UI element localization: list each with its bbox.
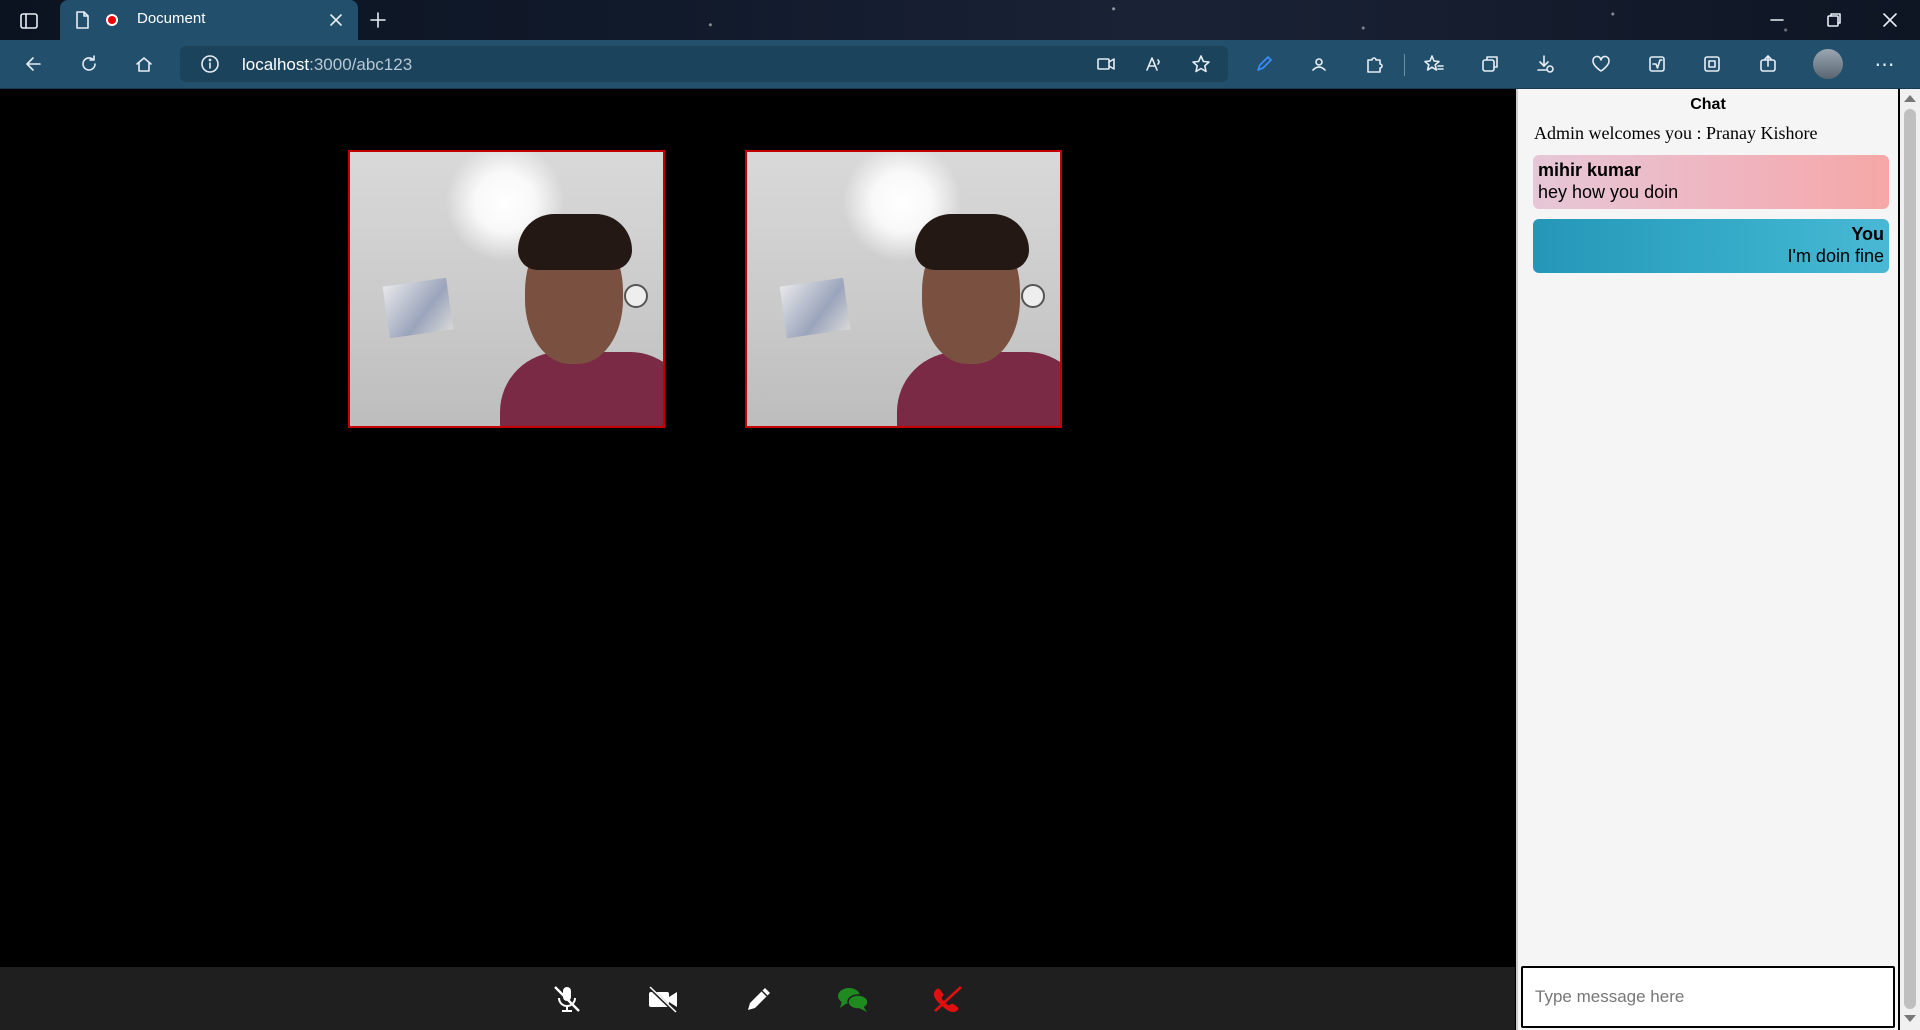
welcome-message: Admin welcomes you : Pranay Kishore [1534,123,1818,143]
browser-tab-document[interactable]: Document [60,0,358,40]
back-icon[interactable] [22,52,46,76]
read-aloud-icon[interactable] [1143,54,1165,74]
profile-avatar[interactable] [1813,49,1843,79]
camera-toggle-button[interactable] [645,983,681,1015]
chat-message-received: mihir kumar hey how you doin [1533,155,1889,209]
video-off-icon [647,985,677,1014]
meeting-controls [0,967,1515,1030]
chat-bubbles-icon [838,988,869,1012]
video-frame-poster [382,277,454,339]
settings-more-icon[interactable]: ⋯ [1873,52,1897,76]
address-bar[interactable]: localhost:3000/abc123 [180,46,1228,82]
browser-toolbar: localhost:3000/abc123 ⋯ [0,40,1920,89]
refresh-icon[interactable] [77,52,101,76]
extensions-puzzle-icon[interactable] [1362,52,1386,76]
video-frame-clock [624,284,648,308]
math-solver-icon[interactable] [1645,52,1669,76]
pencil-icon [748,988,770,1010]
extension-icon[interactable] [1307,52,1331,76]
close-tab-icon[interactable] [326,10,346,30]
window-close-icon[interactable] [1876,8,1904,32]
message-text: I'm doin fine [1787,246,1885,266]
site-info-icon[interactable] [200,54,220,74]
video-grid [0,89,1515,967]
phone-off-icon [933,986,962,1013]
tab-title: Document [137,10,206,27]
video-frame-hair [518,214,632,270]
collections-icon[interactable] [1478,52,1502,76]
video-frame-poster [779,277,851,339]
favorites-icon[interactable] [1422,52,1446,76]
minimize-icon[interactable] [1763,8,1791,32]
pen-extension-icon[interactable] [1252,52,1276,76]
participant-video-1[interactable] [348,150,665,428]
page-scrollbar[interactable] [1900,89,1920,1030]
whiteboard-button[interactable] [740,983,776,1015]
browser-essentials-icon[interactable] [1589,52,1613,76]
home-icon[interactable] [132,52,156,76]
video-frame-hair [915,214,1029,270]
add-favorite-icon[interactable] [1190,54,1212,74]
chat-title: Chat [1690,96,1726,113]
message-sender: mihir kumar [1538,160,1642,180]
chat-toggle-button[interactable] [835,983,871,1015]
mic-off-icon [554,986,580,1012]
message-sender: You [1851,224,1884,244]
toolbar-divider [1404,54,1405,76]
chat-panel: Chat Admin welcomes you : Pranay Kishore… [1516,89,1898,1030]
screenshot-icon[interactable] [1700,52,1724,76]
message-text: hey how you doin [1538,182,1679,202]
scroll-thumb[interactable] [1904,109,1916,1009]
restore-icon[interactable] [1820,8,1848,32]
tab-actions-icon[interactable] [18,10,40,32]
new-tab-icon[interactable] [366,9,390,31]
video-frame-clock [1021,284,1045,308]
leave-call-button[interactable] [930,983,966,1015]
recording-icon [104,12,120,28]
share-icon[interactable] [1756,52,1780,76]
browser-tab-bar: Document [0,0,1920,40]
scroll-up-icon[interactable] [1904,95,1916,102]
url-text[interactable]: localhost:3000/abc123 [242,55,412,75]
participant-video-2[interactable] [745,150,1062,428]
scroll-down-icon[interactable] [1904,1015,1916,1022]
page-icon [72,10,92,30]
chat-message-input[interactable] [1521,966,1895,1028]
downloads-icon[interactable] [1533,52,1557,76]
camera-in-use-icon[interactable] [1095,54,1117,74]
chat-message-sent: You I'm doin fine [1533,219,1889,273]
mute-button[interactable] [549,983,585,1015]
